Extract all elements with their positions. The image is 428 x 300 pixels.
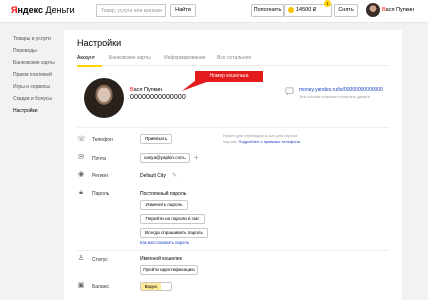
email-select[interactable]: vasya@yapkin.com ⌄ bbox=[140, 153, 190, 163]
add-email-icon[interactable]: + bbox=[194, 154, 199, 162]
notification-badge[interactable]: 1 bbox=[324, 0, 331, 7]
balance-amount: 14500 ₽ bbox=[296, 7, 317, 13]
phone-label: Телефон bbox=[92, 137, 113, 143]
user-name-rest: ася Пупкин bbox=[385, 7, 415, 13]
tab-other[interactable]: Все остальное bbox=[217, 55, 251, 61]
sms-password-button[interactable]: Перейти на пароли в смс bbox=[140, 214, 205, 224]
tab-account[interactable]: Аккаунт bbox=[77, 55, 95, 61]
section-divider bbox=[77, 250, 389, 251]
restore-password-link[interactable]: Как восстановить пароль bbox=[140, 240, 189, 245]
sidebar-item-payments[interactable]: Прием платежей bbox=[13, 69, 68, 81]
region-label: Регион bbox=[92, 173, 109, 179]
status-value: Именной кошелек bbox=[140, 256, 182, 262]
lock-icon: 🔒︎ bbox=[79, 189, 83, 196]
user-name[interactable]: Вася Пупкин bbox=[382, 7, 414, 13]
chevron-down-icon: ⌄ bbox=[183, 155, 187, 160]
sidebar: Товары и услуги Переводы Банковские карт… bbox=[13, 33, 68, 117]
active-tab-indicator bbox=[77, 65, 102, 67]
settings-panel: Настройки Аккаунт Банковские карты Инфор… bbox=[64, 30, 402, 300]
status-label: Статус bbox=[92, 257, 108, 263]
callout-pointer bbox=[182, 80, 212, 91]
share-link-icon bbox=[285, 87, 294, 96]
top-header: Яндекс Деньги Товар, услуги или магазин … bbox=[0, 0, 428, 23]
page-title: Настройки bbox=[77, 38, 122, 48]
region-value: Default City bbox=[140, 173, 166, 179]
avatar[interactable] bbox=[366, 3, 380, 17]
email-label: Почта bbox=[92, 156, 106, 162]
sidebar-item-transfers[interactable]: Переводы bbox=[13, 45, 68, 57]
profile-name-rest: ася Пупкин bbox=[133, 87, 163, 93]
profile-avatar[interactable] bbox=[84, 78, 124, 118]
toggle-off-segment bbox=[161, 283, 171, 290]
tabs-divider bbox=[77, 65, 389, 66]
wallet-number: 00000000000000 bbox=[130, 94, 186, 101]
tab-notifications[interactable]: Информирование bbox=[164, 55, 206, 61]
balance-label: Баланс bbox=[92, 284, 110, 290]
coin-icon bbox=[288, 6, 294, 13]
logo-money-text: Деньги bbox=[45, 5, 75, 15]
search-input[interactable]: Товар, услуги или магазин bbox=[96, 4, 166, 17]
change-password-button[interactable]: Изменить пароль bbox=[140, 200, 188, 210]
phone-note-line2: пароля. Подробнее о привязке телефона bbox=[223, 139, 300, 144]
sidebar-item-games[interactable]: Игры и сервисы bbox=[13, 81, 68, 93]
profile-name: Вася Пупкин bbox=[130, 87, 162, 93]
phone-note-text: пароля. bbox=[223, 139, 238, 144]
phone-icon: ☏ bbox=[77, 136, 86, 143]
sidebar-item-cards[interactable]: Банковские карты bbox=[13, 57, 68, 69]
mail-icon: ✉ bbox=[78, 154, 84, 161]
topup-button[interactable]: Пополнить bbox=[251, 4, 284, 17]
yandex-money-logo[interactable]: Яндекс Деньги bbox=[11, 5, 75, 16]
withdraw-button[interactable]: Снять bbox=[334, 4, 358, 17]
globe-icon: ◉ bbox=[77, 171, 85, 178]
toggle-on-label: Виден bbox=[141, 283, 161, 290]
always-ask-password-button[interactable]: Всегда спрашивать пароль bbox=[140, 228, 208, 238]
email-value: vasya@yapkin.com bbox=[144, 155, 184, 160]
phone-help-link[interactable]: Подробнее о привязке телефона bbox=[239, 139, 300, 144]
edit-region-icon[interactable]: ✎ bbox=[172, 173, 177, 179]
password-label: Пароль bbox=[92, 191, 110, 197]
person-icon: ♙ bbox=[77, 255, 85, 262]
balance-visibility-toggle[interactable]: Виден bbox=[140, 282, 172, 291]
sidebar-item-goods[interactable]: Товары и услуги bbox=[13, 33, 68, 45]
bind-phone-button[interactable]: Привязать bbox=[140, 134, 172, 144]
search-button[interactable]: Найти bbox=[170, 4, 196, 17]
public-wallet-link[interactable]: money.yandex.ru/to/00000000000000 bbox=[299, 87, 383, 93]
phone-note: Нужен для переводов и смс для сброса bbox=[223, 133, 298, 138]
identify-button[interactable]: Пройти идентификацию bbox=[140, 265, 198, 275]
password-type: Постоянный пароль bbox=[140, 191, 187, 197]
sidebar-item-settings[interactable]: Настройки bbox=[13, 105, 68, 117]
sidebar-item-bonuses[interactable]: Скидки и бонусы bbox=[13, 93, 68, 105]
section-divider bbox=[77, 127, 389, 128]
public-link-note: Эта ссылка помогает получать деньги bbox=[299, 94, 370, 99]
logo-yandex-text: ндекс bbox=[17, 5, 44, 15]
tab-bank-cards[interactable]: Банковские карты bbox=[109, 55, 151, 61]
wallet-icon: ▣ bbox=[77, 282, 85, 289]
